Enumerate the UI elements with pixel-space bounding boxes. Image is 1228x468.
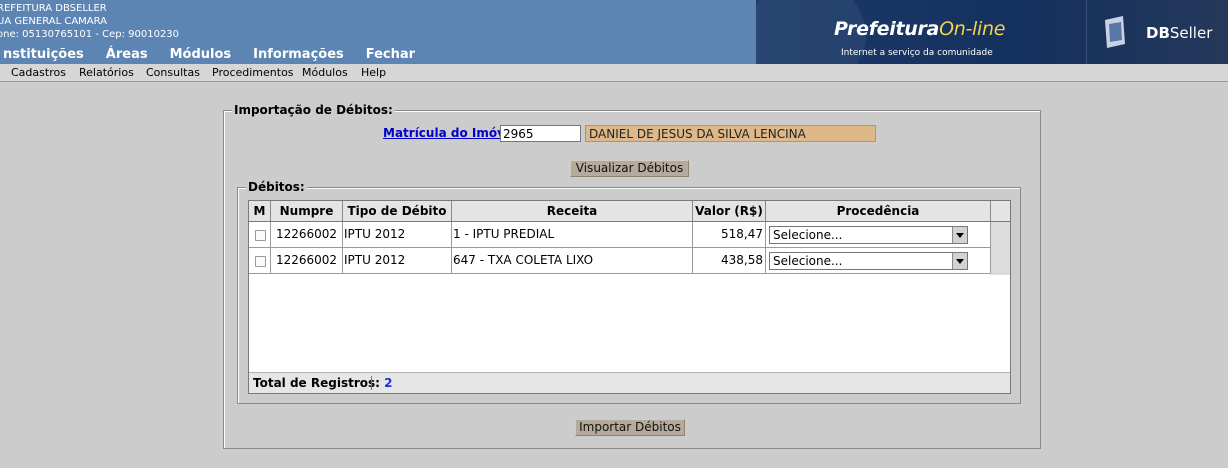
cell-numpre: 12266002 (271, 222, 343, 247)
importar-debitos-button[interactable]: Importar Débitos (575, 419, 685, 436)
cell-tipo: IPTU 2012 (343, 248, 452, 273)
prefeitura-online-logo: PrefeituraOn-line (834, 18, 1005, 40)
row-checkbox[interactable] (255, 256, 266, 267)
total-registros-value: 2 (384, 376, 393, 390)
cell-m (249, 222, 271, 247)
col-header-numpre[interactable]: Numpre (271, 201, 343, 221)
nav-areas[interactable]: Áreas (95, 47, 159, 62)
table-row: 12266002 IPTU 2012 1 - IPTU PREDIAL 518,… (249, 222, 1010, 248)
matricula-input[interactable] (500, 125, 581, 142)
total-registros-label: Total de Registros: (253, 376, 380, 390)
nav-fechar[interactable]: Fechar (355, 47, 426, 62)
col-header-m[interactable]: M (249, 201, 271, 221)
debitos-grid: M Numpre Tipo de Débito Receita Valor (R… (248, 200, 1011, 394)
procedencia-selected-value: Selecione... (773, 254, 843, 268)
menu-help[interactable]: Help (361, 66, 386, 79)
nav-instituicoes[interactable]: nstituições (0, 47, 95, 62)
cell-m (249, 248, 271, 273)
owner-name-field: DANIEL DE JESUS DA SILVA LENCINA (585, 125, 876, 142)
row-checkbox[interactable] (255, 230, 266, 241)
company-name-bold: DB (1146, 24, 1170, 42)
visualizar-debitos-button[interactable]: Visualizar Débitos (570, 160, 689, 177)
top-navigation: nstituições Áreas Módulos Informações Fe… (0, 47, 426, 62)
dbseller-logo-icon (1105, 16, 1125, 48)
col-header-valor[interactable]: Valor (R$) (693, 201, 766, 221)
col-header-procedencia[interactable]: Procedência (766, 201, 991, 221)
grid-footer: Total de Registros: 2 (249, 372, 1010, 393)
brand-title-main: Prefeitura (834, 18, 940, 40)
brand-subtitle: Internet a serviço da comunidade (841, 48, 993, 58)
grid-header: M Numpre Tipo de Débito Receita Valor (R… (249, 201, 1010, 222)
cell-valor: 518,47 (693, 222, 766, 247)
cell-valor: 438,58 (693, 248, 766, 273)
procedencia-selected-value: Selecione... (773, 228, 843, 242)
col-header-tipo[interactable]: Tipo de Débito (343, 201, 452, 221)
nav-informacoes[interactable]: Informações (242, 47, 355, 62)
company-name-light: Seller (1169, 24, 1213, 42)
col-header-receita[interactable]: Receita (452, 201, 693, 221)
cell-numpre: 12266002 (271, 248, 343, 273)
cell-receita: 1 - IPTU PREDIAL (452, 222, 693, 247)
debitos-legend: Débitos: (246, 180, 307, 194)
import-debitos-legend: Importação de Débitos: (232, 103, 395, 117)
institution-name: REFEITURA DBSELLER (0, 3, 107, 14)
menu-bar: Cadastros Relatórios Consultas Procedime… (0, 64, 1228, 82)
dbseller-wordmark: DBSeller (1146, 24, 1212, 42)
cell-tipo: IPTU 2012 (343, 222, 452, 247)
brand-banner: PrefeituraOn-line Internet a serviço da … (756, 0, 1228, 64)
menu-relatorios[interactable]: Relatórios (79, 66, 134, 79)
app-header: REFEITURA DBSELLER UA GENERAL CAMARA one… (0, 0, 1228, 64)
grid-scrollbar[interactable] (991, 222, 1010, 275)
dropdown-arrow-icon[interactable] (952, 253, 967, 269)
institution-address: UA GENERAL CAMARA (0, 16, 108, 27)
cell-procedencia: Selecione... (766, 248, 991, 273)
menu-cadastros[interactable]: Cadastros (11, 66, 66, 79)
menu-consultas[interactable]: Consultas (146, 66, 200, 79)
menu-procedimentos[interactable]: Procedimentos (212, 66, 294, 79)
procedencia-select[interactable]: Selecione... (769, 252, 968, 270)
institution-contact: one: 05130765101 - Cep: 90010230 (0, 29, 180, 40)
procedencia-select[interactable]: Selecione... (769, 226, 968, 244)
menu-modulos[interactable]: Módulos (302, 66, 348, 79)
table-row: 12266002 IPTU 2012 647 - TXA COLETA LIXO… (249, 248, 1010, 274)
brand-title-accent: On-line (939, 18, 1006, 40)
dropdown-arrow-icon[interactable] (952, 227, 967, 243)
institution-info: REFEITURA DBSELLER UA GENERAL CAMARA one… (0, 2, 179, 41)
banner-divider (1086, 0, 1087, 64)
cell-procedencia: Selecione... (766, 222, 991, 247)
nav-modulos[interactable]: Módulos (159, 47, 243, 62)
cell-receita: 647 - TXA COLETA LIXO (452, 248, 693, 273)
footer-divider (371, 376, 372, 390)
